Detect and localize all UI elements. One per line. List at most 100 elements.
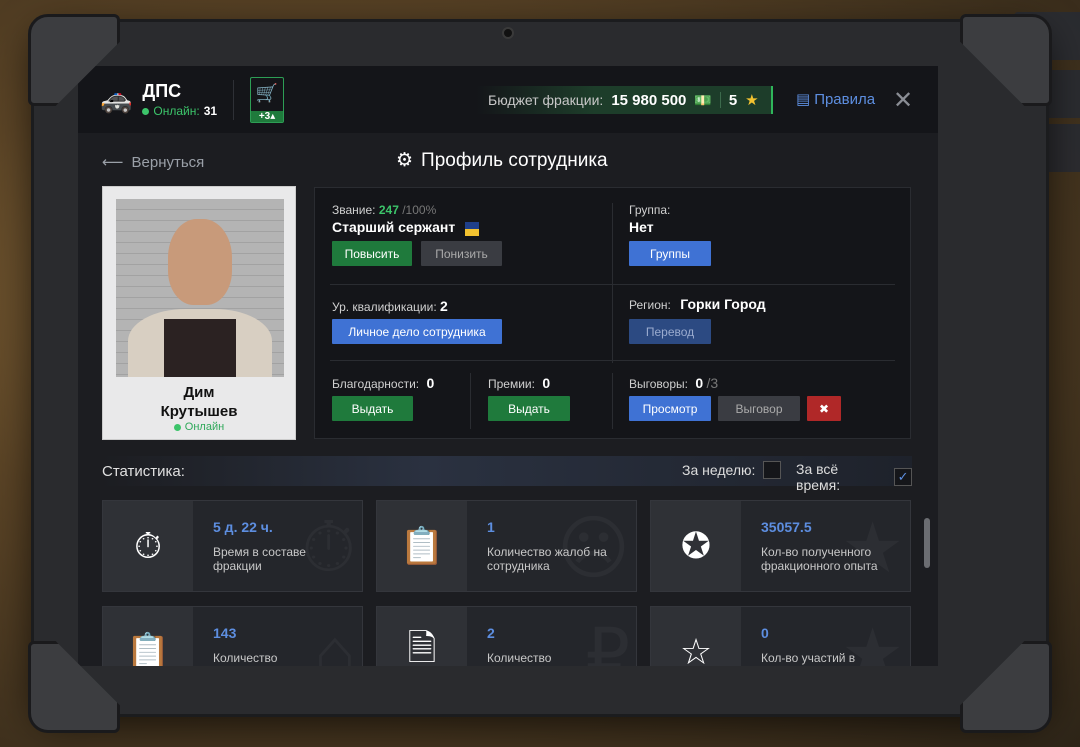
faction-name: ДПС — [142, 81, 182, 101]
money-icon: 💵 — [694, 91, 712, 108]
star-icon: ★ — [745, 92, 759, 109]
rules-label: Правила — [814, 90, 876, 108]
view-reprimands-button[interactable]: Просмотр — [629, 396, 711, 421]
bonus-label: Премии: — [488, 377, 535, 391]
page-title: ⚙ Профиль сотрудника — [396, 149, 608, 172]
bonus-section: Премии: 0 — [488, 375, 550, 391]
tablet-camera — [502, 27, 514, 39]
stat-tile: ⏱ ⏱ 5 д. 22 ч. Время в составе фракции — [102, 500, 363, 592]
rank-max: /100% — [402, 203, 437, 217]
promote-button[interactable]: Повысить — [332, 241, 412, 266]
employee-status: Онлайн — [103, 421, 295, 433]
personal-file-button[interactable]: Личное дело сотрудника — [332, 319, 502, 344]
exp-stars-icon: ✪ — [651, 501, 741, 591]
stat-value: 5 д. 22 ч. — [213, 519, 273, 535]
cart-icon: 🛒 — [255, 82, 279, 103]
online-label: Онлайн: — [153, 104, 200, 118]
region-label: Регион: — [629, 298, 671, 312]
employee-first-name: Дим — [183, 384, 215, 401]
statistics-header: Статистика: За неделю: За всё время: ✓ — [102, 456, 912, 493]
stat-tile: 📋 ⌂ 143 Количество — [102, 606, 363, 666]
back-label: Вернуться — [131, 153, 205, 171]
employee-photo — [116, 199, 284, 377]
stat-description: Количество — [213, 651, 278, 665]
tablet-screen: 🚓 ДПС Онлайн: 31 🛒 +3▴ Бюджет фракции: 1… — [78, 66, 938, 666]
divider — [719, 92, 721, 108]
qualification-value: 2 — [440, 298, 448, 314]
money-document-icon: 🗎 — [377, 607, 467, 666]
stat-description: Кол-во участий в — [761, 651, 856, 665]
stat-description: Время в составе фракции — [213, 545, 306, 573]
all-time-filter: За всё время: ✓ — [796, 461, 912, 493]
rank-section: Звание: 247 /100% — [332, 203, 436, 217]
shop-cart-button[interactable]: 🛒 +3▴ — [250, 76, 285, 123]
demote-button[interactable]: Понизить — [421, 241, 502, 266]
dismiss-user-button[interactable]: ✖ — [807, 396, 841, 421]
groups-button[interactable]: Группы — [629, 241, 711, 266]
divider — [470, 373, 471, 429]
faction-online: Онлайн: 31 — [142, 104, 217, 118]
stat-description: Количество жалоб на сотрудника — [487, 545, 607, 573]
stat-tile: 🗎 ₽ 2 Количество — [376, 606, 637, 666]
rank-name: Старший сержант — [332, 219, 456, 235]
gear-icon: ⚙ — [396, 150, 414, 171]
statistics-title: Статистика: — [102, 462, 185, 480]
reprimand-value: 0 — [695, 375, 704, 391]
all-time-checkbox[interactable]: ✓ — [894, 468, 912, 486]
faction-budget: Бюджет фракции: 15 980 500 💵 5 ★ — [476, 86, 773, 114]
region-section: Регион: Горки Город — [629, 296, 766, 312]
employee-name: Дим Крутышев — [103, 383, 295, 421]
thanks-section: Благодарности: 0 — [332, 375, 434, 391]
stat-value: 143 — [213, 625, 237, 641]
rank-name-row: Старший сержант — [332, 219, 479, 236]
qualification-label: Ур. квалификации: — [332, 300, 437, 314]
week-filter: За неделю: — [682, 461, 782, 479]
stat-tile: 📋 ☹ 1 Количество жалоб на сотрудника — [376, 500, 637, 592]
back-button[interactable]: ⟵ Вернуться — [102, 153, 205, 172]
stat-tile: ✪ ★ 35057.5 Кол-во полученного фракционн… — [650, 500, 911, 592]
thanks-value: 0 — [426, 375, 435, 391]
stat-tile: ☆ ★ 0 Кол-во участий в — [650, 606, 911, 666]
stat-value: 2 — [487, 625, 495, 641]
divider — [612, 373, 613, 429]
give-reprimand-button[interactable]: Выговор — [718, 396, 800, 421]
employee-last-name: Крутышев — [160, 403, 238, 420]
scrollbar[interactable] — [924, 518, 930, 568]
employee-photo-card: Дим Крутышев Онлайн — [102, 186, 296, 440]
transfer-button[interactable]: Перевод — [629, 319, 711, 344]
star-podium-icon: ☆ — [651, 607, 741, 666]
page-title-text: Профиль сотрудника — [421, 149, 608, 171]
employee-status-text: Онлайн — [184, 421, 225, 433]
document-icon: ▤ — [796, 91, 811, 108]
online-count: 31 — [203, 104, 218, 118]
police-car-icon: 🚓 — [100, 84, 133, 114]
give-bonus-button[interactable]: Выдать — [488, 396, 570, 421]
rules-link[interactable]: ▤ Правила — [796, 90, 876, 109]
week-label: За неделю: — [682, 462, 756, 478]
close-icon[interactable]: ✕ — [893, 86, 913, 115]
divider — [612, 203, 613, 363]
online-dot-icon — [173, 423, 181, 431]
stat-description: Кол-во полученного фракционного опыта — [761, 545, 878, 573]
budget-value: 15 980 500 — [611, 91, 687, 109]
give-thanks-button[interactable]: Выдать — [332, 396, 413, 421]
divider — [330, 284, 895, 285]
budget-label: Бюджет фракции: — [488, 92, 604, 108]
rank-badge-icon — [464, 221, 479, 236]
stat-description: Количество — [487, 651, 552, 665]
arrow-left-icon: ⟵ — [102, 154, 124, 171]
clipboard-icon: 📋 — [103, 607, 193, 666]
rank-label: Звание: — [332, 203, 376, 217]
online-dot-icon — [142, 107, 150, 115]
thanks-label: Благодарности: — [332, 377, 420, 391]
week-checkbox[interactable] — [763, 461, 782, 479]
user-remove-icon: ✖ — [818, 401, 830, 416]
group-label: Группа: — [629, 203, 671, 217]
stat-value: 1 — [487, 519, 495, 535]
divider — [233, 79, 235, 120]
faction-info: 🚓 ДПС Онлайн: 31 — [100, 81, 217, 118]
reprimand-max: /3 — [706, 375, 719, 391]
cart-badge: +3▴ — [251, 110, 284, 122]
reprimand-label: Выговоры: — [629, 377, 688, 391]
rank-points: 247 — [378, 203, 399, 217]
